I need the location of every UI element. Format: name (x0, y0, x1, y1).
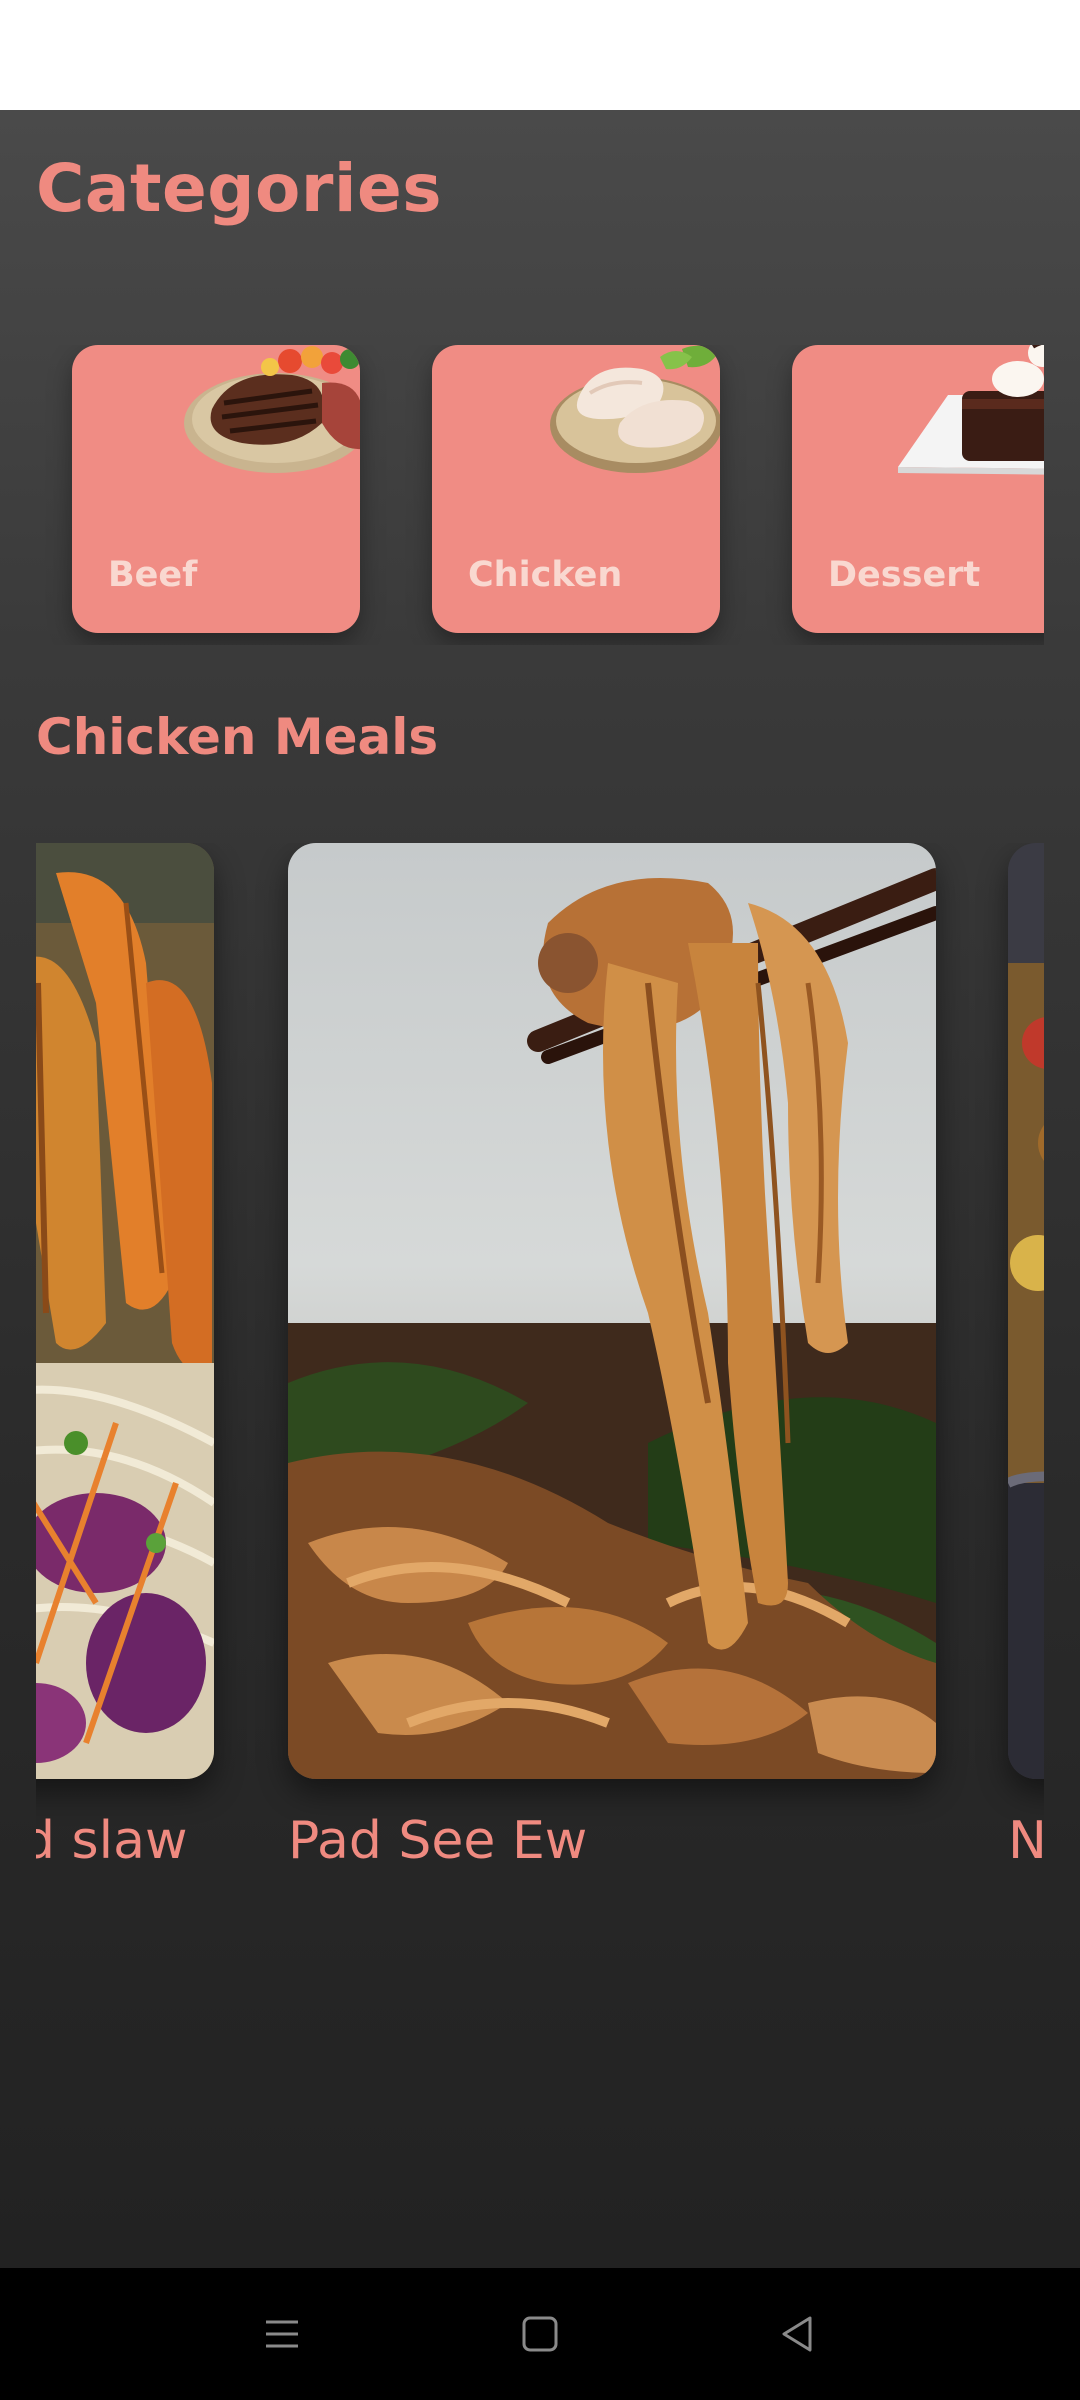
category-card-chicken[interactable]: Chicken (432, 345, 720, 633)
chicken-curry-image (1008, 843, 1044, 1779)
status-bar (0, 0, 1080, 110)
categories-carousel[interactable]: Beef Chicken Dessert (0, 345, 1044, 645)
meals-title: Chicken Meals (36, 708, 439, 766)
chocolate-cake-image (898, 345, 1044, 475)
menu-icon[interactable] (252, 2304, 312, 2364)
system-nav-bar (0, 2268, 1080, 2400)
beef-steak-image (184, 346, 360, 473)
back-triangle-icon[interactable] (768, 2304, 828, 2364)
meals-carousel[interactable]: d slaw Pad See Ew N (36, 843, 1044, 2143)
meal-card-slaw[interactable] (36, 843, 214, 1779)
category-label-beef: Beef (108, 555, 198, 595)
sweet-potato-wedges-slaw-image (36, 843, 214, 1779)
category-card-beef[interactable]: Beef (72, 345, 360, 633)
category-label-chicken: Chicken (468, 555, 623, 595)
home-square-icon[interactable] (510, 2304, 570, 2364)
categories-title: Categories (36, 150, 443, 227)
meal-card-next[interactable] (1008, 843, 1044, 1779)
pad-see-ew-noodles-image (288, 843, 936, 1779)
app-screen: Categories Beef Chicken Dessert Chicken … (0, 110, 1080, 2268)
meal-caption-pad-see-ew: Pad See Ew (288, 1811, 588, 1871)
category-card-dessert[interactable]: Dessert (792, 345, 1044, 633)
meal-caption-slaw: d slaw (36, 1811, 188, 1871)
meal-caption-next: N (1008, 1811, 1044, 1871)
category-label-dessert: Dessert (828, 555, 981, 595)
meal-card-pad-see-ew[interactable] (288, 843, 936, 1779)
chicken-legs-image (550, 345, 720, 473)
